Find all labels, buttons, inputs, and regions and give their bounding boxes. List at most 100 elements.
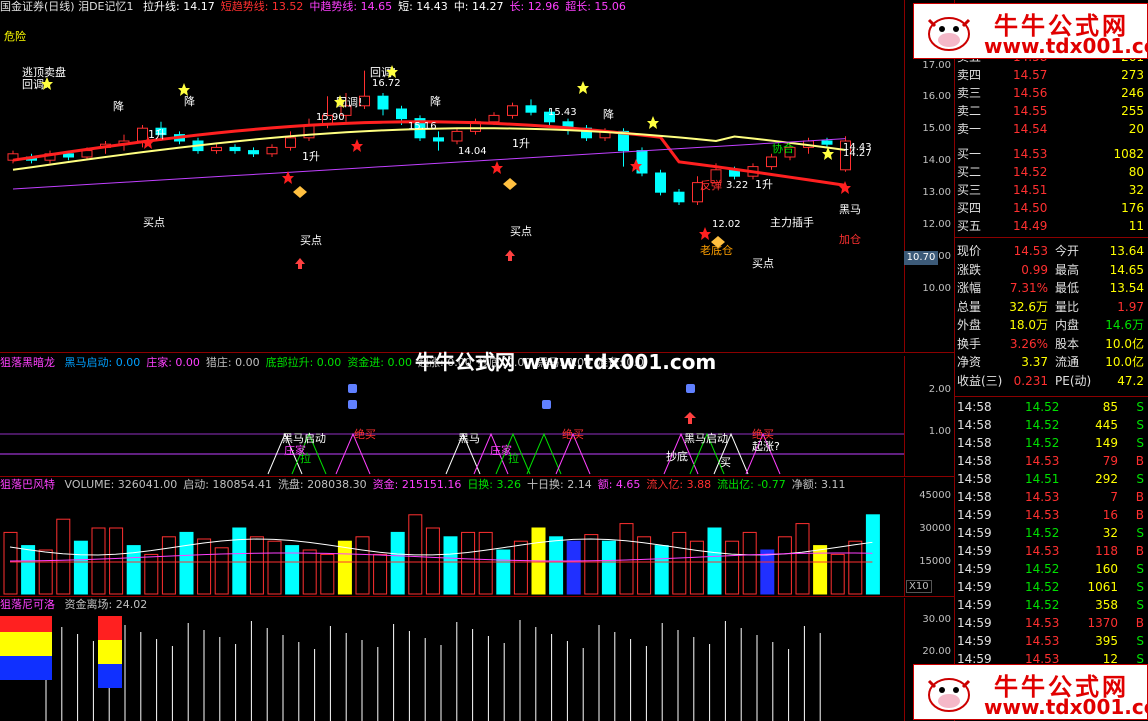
volume-bar [707, 527, 722, 595]
main-chart-pane[interactable]: 国金证券(日线) 泪DE记忆1 拉升线: 14.17 短趋势线: 13.52 中趋势… [0, 0, 904, 352]
sell-level-label: 卖三 [957, 86, 982, 100]
ind2-value: 日换: 3.26 [467, 478, 522, 491]
volume-bar [478, 531, 493, 595]
tick-volume: 1370 [1087, 616, 1118, 630]
axis-tick-label: 15000 [919, 556, 951, 567]
sell-price: 14.54 [1013, 122, 1048, 136]
tick-side: B [1135, 616, 1144, 630]
candle-body [821, 140, 833, 145]
volume-bar [390, 531, 405, 595]
tick-row: 14:58 14.52 149 S [955, 434, 1148, 452]
ind1-value: 资金进: 0.00 [347, 356, 413, 369]
tick-price: 14.52 [1025, 562, 1060, 576]
volume-bar [425, 527, 440, 595]
candle-body [137, 127, 148, 142]
candle-body [488, 114, 500, 123]
tick-row: 14:59 14.52 32 S [955, 524, 1148, 542]
quote-value: 0.231 [1013, 373, 1048, 388]
signal-tag: 绝买 [354, 427, 376, 441]
divider [955, 237, 1148, 238]
buy-row: 买四 14.50 176 [955, 199, 1148, 217]
tick-price: 14.52 [1025, 526, 1060, 540]
capital-exit-plot[interactable] [0, 612, 904, 721]
signal-icon [348, 384, 357, 393]
tick-time: 14:59 [957, 562, 992, 576]
sell-level-label: 卖四 [957, 68, 982, 82]
tick-volume: 7 [1110, 490, 1118, 504]
quote-label: 净资 [957, 355, 982, 369]
tick-time: 14:59 [957, 634, 992, 648]
tick-volume: 160 [1095, 562, 1118, 576]
indicator-volume-header: 狙落巴风特 VOLUME: 326041.00 启动: 180854.41 洗盘: … [0, 478, 858, 492]
indicator-dark-dragon-plot[interactable]: 黑马启动 绝买 黑马 绝买 黑马启动 绝买庄家拉庄家拉 抄底 买起涨? [0, 370, 904, 476]
candlestick-chart[interactable]: 逃顶卖盘回调!回调!回调!反弹买点买点买点买点1升1升1升1升降降降降黑马主力插… [0, 14, 904, 352]
quote-value: 3.26% [1009, 336, 1048, 351]
ind1-value: 猎庄: 0.00 [205, 356, 260, 369]
indicator-title: 狙落巴风特 [0, 478, 55, 491]
price-callout: 14.27 [843, 148, 872, 159]
fall-label: 降 [430, 94, 441, 108]
tick-side: S [1136, 634, 1144, 648]
tick-volume: 445 [1095, 418, 1118, 432]
main_header-value: 中趋势线: 14.65 [309, 0, 393, 13]
gold-star-icon [647, 116, 659, 129]
volume-bars-plot[interactable] [0, 492, 904, 596]
volume-bar [830, 553, 845, 595]
axis-tick-label: 16.00 [922, 91, 951, 102]
quote-value: 3.37 [1021, 355, 1048, 369]
capital-exit-block [98, 664, 122, 688]
quote-value: 32.6万 [1009, 299, 1048, 314]
quote-value: 7.31% [1009, 281, 1048, 295]
cow-icon [927, 678, 971, 712]
tick-side: S [1136, 526, 1144, 540]
tick-side: S [1136, 400, 1144, 414]
tick-time: 14:59 [957, 598, 992, 612]
axis-tick-label: 30.00 [922, 614, 951, 625]
tick-volume: 16 [1102, 508, 1118, 522]
signal-tag: 抄底 [666, 449, 688, 463]
tick-row: 14:59 14.53 395 S [955, 632, 1148, 650]
tick-side: S [1136, 580, 1144, 594]
buy-level-label: 买三 [957, 183, 982, 197]
signal-tag: 拉 [508, 451, 519, 465]
volume-bar [443, 536, 458, 595]
candle-body [655, 172, 666, 193]
tick-price: 14.53 [1025, 490, 1060, 504]
quote-row: 涨跌 0.99 最高 14.65 [955, 261, 1148, 279]
tick-volume: 118 [1095, 544, 1118, 558]
tick-time: 14:58 [957, 454, 992, 468]
sell-level-label: 卖一 [957, 122, 982, 136]
tick-row: 14:59 14.53 16 B [955, 506, 1148, 524]
gold-star-icon [577, 81, 589, 94]
axis-tick-label: 20.00 [922, 646, 951, 657]
volume-bar [56, 518, 71, 595]
signal-icon [348, 400, 357, 409]
ind2-value: 资金: 215151.16 [372, 478, 462, 491]
quote-label: 最低 [1055, 281, 1080, 295]
tick-row: 14:59 14.53 1370 B [955, 614, 1148, 632]
volume-bar [109, 527, 124, 595]
sell-volume: 246 [1121, 86, 1144, 100]
fall-label: 降 [603, 107, 614, 121]
volume-bar [249, 536, 264, 595]
escape-top-label: 逃顶卖盘 [22, 65, 66, 79]
price-callout: 15.16 [408, 121, 437, 132]
volume-bar [760, 549, 775, 595]
tick-row: 14:59 14.52 358 S [955, 596, 1148, 614]
diamond-icon [293, 186, 307, 198]
indicator-nicolo-pane[interactable]: 狙落尼可洛 资金离场: 24.02 [0, 598, 904, 721]
buy-row: 买一 14.53 1082 [955, 145, 1148, 163]
divider [0, 476, 954, 477]
tick-time: 14:58 [957, 436, 992, 450]
tick-price: 14.53 [1025, 616, 1060, 630]
candle-body [81, 150, 93, 158]
candle-body [285, 137, 296, 148]
buy-point-label: 买点 [510, 225, 532, 238]
buy-volume: 11 [1128, 219, 1144, 233]
quote-label: 量比 [1055, 299, 1080, 314]
quote-value: 13.64 [1109, 244, 1144, 258]
ind3-value: 资金离场: 24.02 [64, 598, 148, 611]
indicator-volume-pane[interactable]: 狙落巴风特 VOLUME: 326041.00 启动: 180854.41 洗盘: … [0, 478, 904, 596]
volume-bar [777, 536, 792, 595]
rise-label: 1升 [512, 137, 530, 150]
